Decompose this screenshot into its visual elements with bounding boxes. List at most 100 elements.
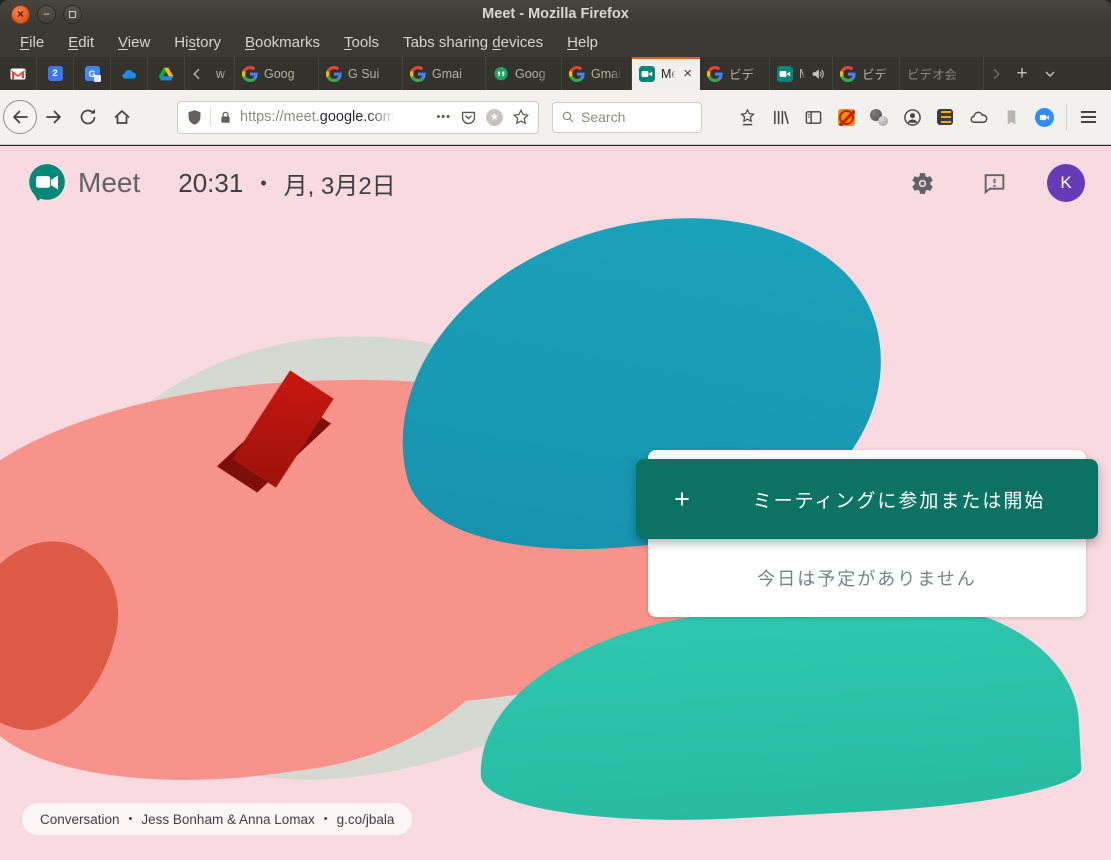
cloud-drive-icon bbox=[121, 66, 137, 82]
menu-tabs-sharing-devices[interactable]: Tabs sharing devices bbox=[391, 28, 555, 57]
tab-audio-speaker-icon[interactable] bbox=[811, 67, 825, 81]
back-button[interactable] bbox=[3, 100, 37, 134]
current-time: 20:31 bbox=[178, 168, 243, 199]
menu-view[interactable]: View bbox=[106, 28, 162, 57]
pinned-tab-drive[interactable] bbox=[148, 57, 185, 90]
tab-bar: 2 G w Goog G Sui Gmai Goog Gmai Me× ビデ M… bbox=[0, 57, 1111, 90]
bookmark-star-icon[interactable] bbox=[512, 108, 530, 126]
tracking-protection-shield-icon[interactable] bbox=[186, 109, 203, 126]
google-favicon bbox=[410, 66, 426, 82]
menu-help[interactable]: Help bbox=[555, 28, 610, 57]
hamburger-menu-button[interactable] bbox=[1071, 100, 1105, 134]
feedback-button[interactable] bbox=[975, 164, 1013, 202]
toolbar-extensions bbox=[737, 107, 1054, 127]
meet-page: Meet 20:31 • 月, 3月2日 K 今日は予定がありません + ミーテ… bbox=[0, 146, 1111, 860]
page-actions-icon[interactable]: ••• bbox=[436, 111, 451, 123]
feedback-icon bbox=[982, 171, 1007, 196]
account-icon[interactable] bbox=[902, 107, 922, 127]
lock-icon[interactable] bbox=[218, 110, 233, 125]
join-or-start-meeting-button[interactable]: + ミーティングに参加または開始 bbox=[636, 459, 1098, 539]
gmail-icon bbox=[10, 66, 26, 82]
settings-button[interactable] bbox=[903, 164, 941, 202]
meet-logo-icon bbox=[26, 162, 68, 204]
adblock-extension-icon[interactable] bbox=[836, 107, 856, 127]
scroll-tabs-right-button[interactable] bbox=[984, 57, 1008, 90]
meet-header: Meet 20:31 • 月, 3月2日 K bbox=[0, 146, 1111, 220]
forward-button[interactable] bbox=[37, 100, 71, 134]
chevron-right-icon bbox=[988, 66, 1004, 82]
search-input[interactable] bbox=[581, 109, 681, 125]
translate-icon: G bbox=[85, 66, 100, 81]
home-icon bbox=[112, 107, 132, 127]
circled-star-icon[interactable]: ★ bbox=[486, 109, 503, 126]
tab-close-icon[interactable]: × bbox=[682, 66, 693, 81]
reload-button[interactable] bbox=[71, 100, 105, 134]
new-tab-button[interactable]: + bbox=[1008, 57, 1036, 90]
dot-separator: • bbox=[260, 173, 266, 194]
pocket-icon[interactable] bbox=[460, 109, 477, 126]
home-button[interactable] bbox=[105, 100, 139, 134]
empty-schedule-text: 今日は予定がありません bbox=[648, 539, 1086, 617]
search-icon bbox=[561, 110, 575, 124]
menu-history[interactable]: History bbox=[162, 28, 233, 57]
chevron-left-icon bbox=[189, 66, 205, 82]
divider bbox=[1066, 104, 1067, 130]
google-favicon bbox=[569, 66, 585, 82]
search-bar[interactable] bbox=[552, 102, 702, 133]
bookmark-flag-icon[interactable] bbox=[1001, 107, 1021, 127]
tab-8-audio[interactable]: Me bbox=[770, 57, 833, 90]
pinned-tab-translate[interactable]: G bbox=[74, 57, 111, 90]
chevron-down-icon bbox=[1042, 66, 1058, 82]
tab-7[interactable]: ビデ bbox=[700, 57, 770, 90]
firefox-window: × − Meet - Mozilla Firefox File Edit Vie… bbox=[0, 0, 1111, 860]
window-titlebar: × − Meet - Mozilla Firefox bbox=[0, 0, 1111, 28]
menubar: File Edit View History Bookmarks Tools T… bbox=[0, 28, 1111, 57]
gear-icon bbox=[910, 171, 935, 196]
spheres-extension-icon[interactable] bbox=[869, 107, 889, 127]
tab-10[interactable]: ビデオ会 bbox=[900, 57, 984, 90]
current-date: 月, 3月2日 bbox=[284, 166, 396, 201]
pinned-tab-gmail[interactable] bbox=[0, 57, 37, 90]
video-call-extension-icon[interactable] bbox=[1034, 107, 1054, 127]
hangouts-favicon bbox=[493, 66, 509, 82]
url-bar[interactable]: https://meet.google.com ••• ★ bbox=[177, 101, 539, 134]
tab-5[interactable]: Gmai bbox=[562, 57, 632, 90]
avatar[interactable]: K bbox=[1047, 164, 1085, 202]
bookmarks-star-badge-icon[interactable] bbox=[737, 107, 757, 127]
artwork-credit-chip: Conversation • Jess Bonham & Anna Lomax … bbox=[22, 803, 412, 835]
navigation-toolbar: https://meet.google.com ••• ★ bbox=[0, 90, 1111, 145]
google-favicon bbox=[326, 66, 342, 82]
google-favicon bbox=[840, 66, 856, 82]
tab-4[interactable]: Goog bbox=[486, 57, 562, 90]
forward-arrow-icon bbox=[44, 107, 64, 127]
menu-edit[interactable]: Edit bbox=[56, 28, 106, 57]
tab-2[interactable]: G Sui bbox=[319, 57, 403, 90]
back-arrow-icon bbox=[10, 107, 30, 127]
library-icon[interactable] bbox=[770, 107, 790, 127]
scroll-tabs-left-button[interactable] bbox=[185, 57, 209, 90]
plus-icon: + bbox=[636, 484, 728, 515]
tab-0[interactable]: w bbox=[209, 57, 235, 90]
tab-meet-active[interactable]: Me× bbox=[632, 57, 700, 90]
pinned-tab-calendar[interactable]: 2 bbox=[37, 57, 74, 90]
calendar-icon: 2 bbox=[48, 66, 63, 81]
join-button-label: ミーティングに参加または開始 bbox=[728, 486, 1070, 513]
url-text[interactable]: https://meet.google.com bbox=[240, 109, 395, 125]
pinned-tab-cloud[interactable] bbox=[111, 57, 148, 90]
tab-1[interactable]: Goog bbox=[235, 57, 319, 90]
cloud-extension-icon[interactable] bbox=[968, 107, 988, 127]
menu-tools[interactable]: Tools bbox=[332, 28, 391, 57]
server-stack-extension-icon[interactable] bbox=[935, 107, 955, 127]
meet-favicon bbox=[777, 66, 793, 82]
tab-9[interactable]: ビデ bbox=[833, 57, 900, 90]
window-title: Meet - Mozilla Firefox bbox=[0, 6, 1111, 22]
menu-bookmarks[interactable]: Bookmarks bbox=[233, 28, 332, 57]
sidebar-icon[interactable] bbox=[803, 107, 823, 127]
meet-brand: Meet bbox=[78, 167, 140, 199]
meet-favicon bbox=[639, 66, 655, 82]
google-drive-icon bbox=[158, 66, 174, 82]
tab-3[interactable]: Gmai bbox=[403, 57, 486, 90]
list-all-tabs-button[interactable] bbox=[1036, 57, 1064, 90]
menu-file[interactable]: File bbox=[8, 28, 56, 57]
google-favicon bbox=[707, 66, 723, 82]
